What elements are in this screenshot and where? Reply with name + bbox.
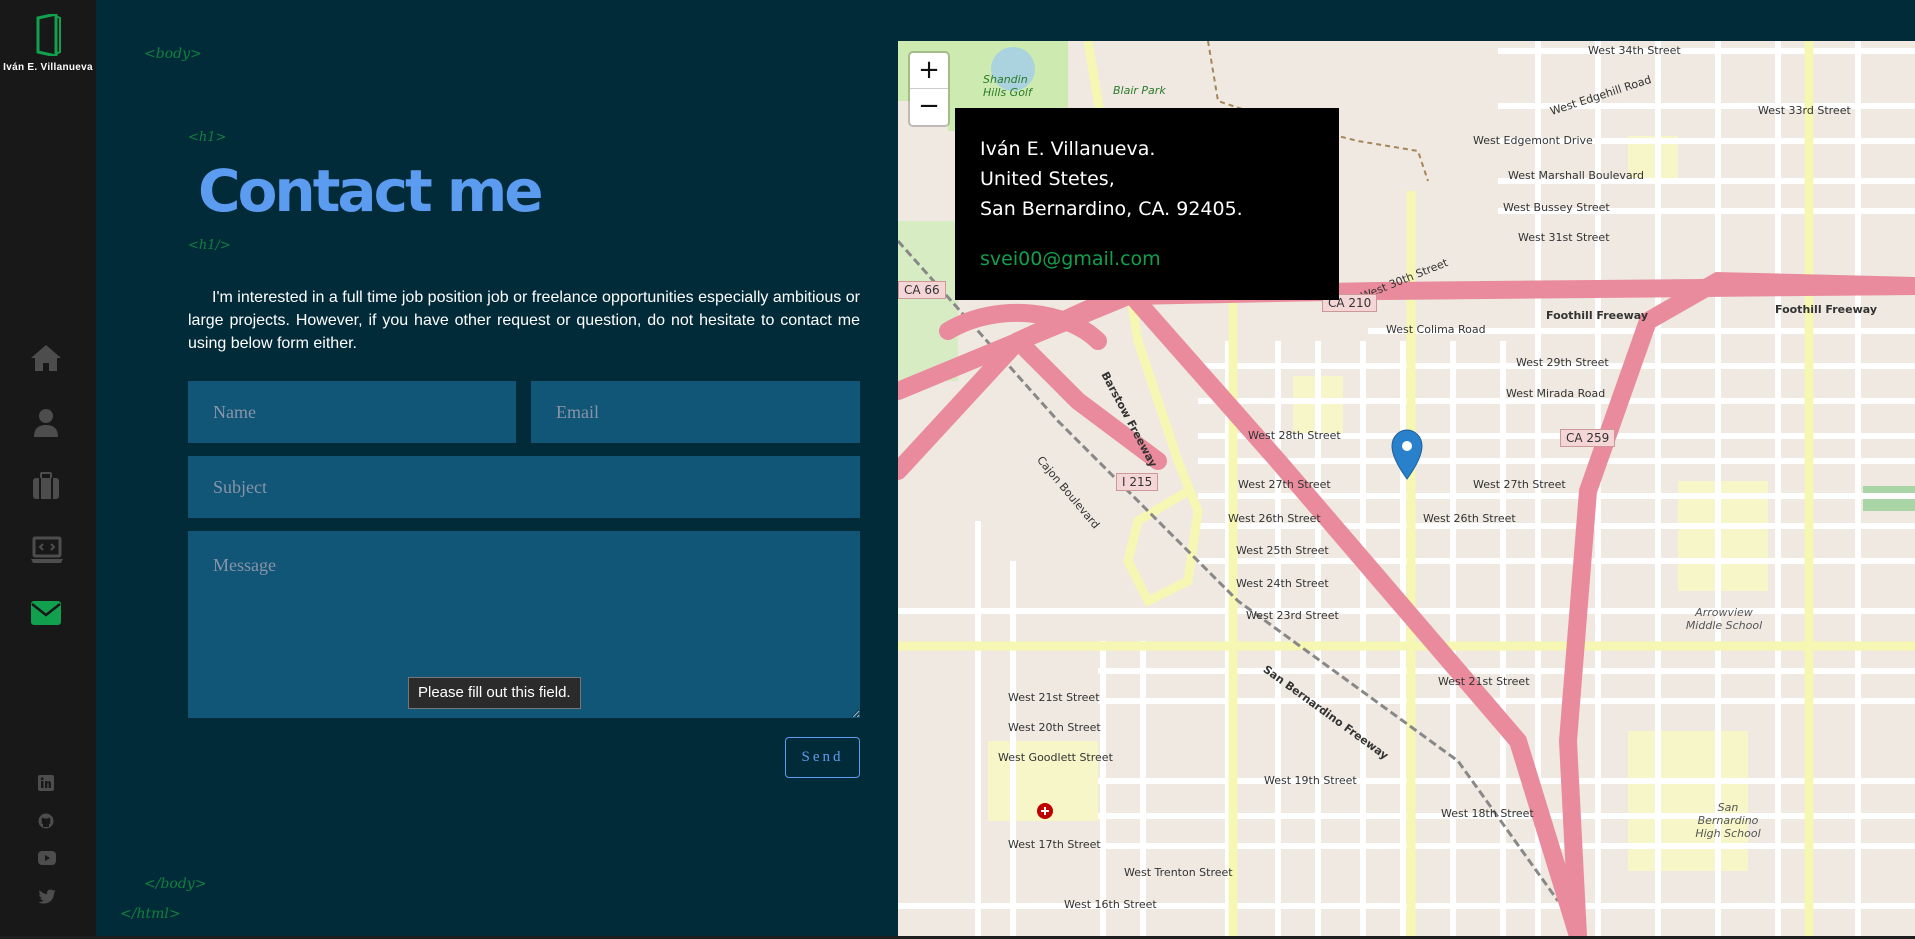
map-label-foothill2: Foothill Freeway [1775, 303, 1877, 316]
address-name: Iván E. Villanueva. [980, 138, 1156, 160]
linkedin-link[interactable] [0, 764, 96, 802]
zoom-in-button[interactable]: + [910, 53, 948, 89]
twitter-icon [38, 889, 56, 904]
address-city: San Bernardino, CA. 92405. [980, 198, 1243, 220]
map-label-w16: West 16th Street [1064, 898, 1157, 911]
shield-i215: I 215 [1116, 473, 1159, 491]
sidebar-item-skills[interactable] [0, 454, 96, 518]
subject-input[interactable] [188, 456, 860, 518]
sidebar-item-contact[interactable] [0, 582, 96, 646]
map-label-w26b: West 26th Street [1423, 512, 1516, 525]
map-label-w23: West 23rd Street [1246, 609, 1339, 622]
social-links [0, 764, 96, 916]
map-label-arrowview: Arrowview Middle School [1685, 606, 1763, 632]
body-close-tag: </body> [144, 876, 207, 892]
h1-open-tag: <h1> [188, 130, 227, 145]
map-label-marshall: West Marshall Boulevard [1508, 169, 1644, 182]
name-input[interactable] [188, 381, 516, 443]
map-label-w29: West 29th Street [1516, 356, 1609, 369]
map-label-w26: West 26th Street [1228, 512, 1321, 525]
laptop-code-icon [31, 536, 63, 563]
validation-tooltip: Please fill out this field. [408, 677, 581, 709]
map-label-w34: West 34th Street [1588, 44, 1681, 57]
page-title: Contact me [198, 157, 544, 225]
map-label-trenton: West Trenton Street [1124, 866, 1233, 879]
h1-close-tag: <h1/> [188, 238, 231, 253]
zoom-control: + − [910, 53, 948, 125]
map-label-colima: West Colima Road [1386, 323, 1486, 336]
briefcase-icon [33, 472, 59, 499]
email-link[interactable]: svei00@gmail.com [980, 244, 1314, 274]
map-label-mirada: West Mirada Road [1506, 387, 1606, 400]
map-label-w19: West 19th Street [1264, 774, 1357, 787]
body-open-tag: <body> [144, 46, 202, 62]
sidebar-item-home[interactable] [0, 326, 96, 390]
home-icon [31, 345, 61, 371]
user-icon [34, 409, 58, 437]
map-label-sbhs: San Bernardino High School [1695, 801, 1761, 840]
github-icon [38, 813, 54, 829]
map-label-w24: West 24th Street [1236, 577, 1329, 590]
map-label-edgemont: West Edgemont Drive [1473, 134, 1593, 147]
html-close-tag: </html> [120, 906, 181, 922]
map-label-w17: West 17th Street [1008, 838, 1101, 851]
map-label-w28: West 28th Street [1248, 429, 1341, 442]
shield-ca66: CA 66 [898, 281, 946, 299]
logo-link[interactable]: Iván E. Villanueva [0, 14, 96, 73]
map-marker-icon[interactable] [1391, 429, 1423, 480]
email-input[interactable] [531, 381, 860, 443]
map-label-goodlett: West Goodlett Street [998, 751, 1113, 764]
map-label-w20: West 20th Street [1008, 721, 1101, 734]
envelope-icon [31, 601, 61, 625]
shield-ca259: CA 259 [1560, 429, 1616, 447]
send-button[interactable]: Send [785, 737, 860, 778]
map-label-foothill: Foothill Freeway [1546, 309, 1648, 322]
sidebar-item-portfolio[interactable] [0, 518, 96, 582]
map-label-w25: West 25th Street [1236, 544, 1329, 557]
map-label-w18: West 18th Street [1441, 807, 1534, 820]
linkedin-icon [38, 775, 54, 791]
youtube-icon [38, 851, 56, 865]
sidebar-nav [0, 326, 96, 646]
zoom-out-button[interactable]: − [910, 89, 948, 125]
map-label-shandin: Shandin Hills Golf [983, 73, 1032, 99]
door-logo-icon [36, 14, 61, 56]
youtube-link[interactable] [0, 840, 96, 878]
github-link[interactable] [0, 802, 96, 840]
map-label-blair: Blair Park [1113, 84, 1166, 97]
intro-paragraph: I'm interested in a full time job positi… [188, 289, 860, 352]
map-label-w33: West 33rd Street [1758, 104, 1851, 117]
address-country: United Stetes, [980, 168, 1115, 190]
map-label-w27b: West 27th Street [1473, 478, 1566, 491]
sidebar: Iván E. Villanueva [0, 0, 96, 939]
map-label-w21: West 21st Street [1438, 675, 1530, 688]
map-label-w31: West 31st Street [1518, 231, 1610, 244]
address-info-panel: Iván E. Villanueva. United Stetes, San B… [955, 108, 1339, 300]
map-label-w27: West 27th Street [1238, 478, 1331, 491]
map-label-w21b: West 21st Street [1008, 691, 1100, 704]
twitter-link[interactable] [0, 878, 96, 916]
sidebar-item-about[interactable] [0, 390, 96, 454]
map[interactable]: West 27th Street West 27th Street West 2… [898, 41, 1915, 936]
map-label-bussey: West Bussey Street [1503, 201, 1610, 214]
logo-owner-name: Iván E. Villanueva [3, 62, 93, 73]
